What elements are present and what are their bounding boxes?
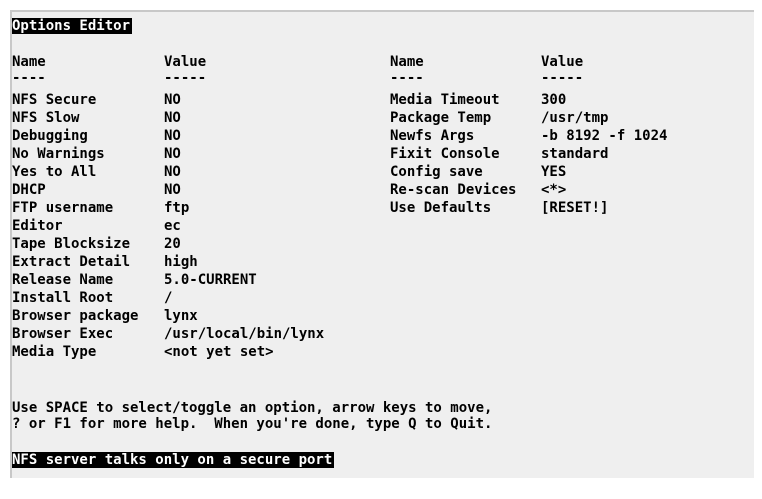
option-name: Extract Detail: [12, 254, 131, 270]
option-value[interactable]: 5.0-CURRENT: [164, 272, 257, 288]
option-value[interactable]: high: [164, 254, 198, 270]
status-bar: NFS server talks only on a secure port: [12, 452, 335, 468]
option-value[interactable]: <not yet set>: [164, 344, 274, 360]
option-name: Newfs Args: [390, 128, 475, 144]
option-value[interactable]: NO: [164, 110, 181, 126]
option-name: Install Root: [12, 290, 114, 306]
option-name: Browser package: [12, 308, 139, 324]
option-name: Release Name: [12, 272, 114, 288]
option-value[interactable]: standard: [541, 146, 608, 162]
option-name: Fixit Console: [390, 146, 500, 162]
option-value[interactable]: /usr/tmp: [541, 110, 608, 126]
option-value[interactable]: 300: [541, 92, 566, 108]
option-name: Tape Blocksize: [12, 236, 131, 252]
left-value-header: Value: [164, 54, 207, 70]
option-name: Debugging: [12, 128, 88, 144]
option-value[interactable]: /: [164, 290, 172, 306]
left-value-rule: -----: [164, 70, 207, 86]
option-name: Media Timeout: [390, 92, 500, 108]
option-name: NFS Slow: [12, 110, 80, 126]
right-value-header: Value: [541, 54, 584, 70]
option-value[interactable]: NO: [164, 146, 181, 162]
option-value[interactable]: -b 8192 -f 1024: [541, 128, 667, 144]
help-line-1: Use SPACE to select/toggle an option, ar…: [12, 400, 493, 416]
option-name: Package Temp: [390, 110, 492, 126]
option-value[interactable]: lynx: [164, 308, 198, 324]
option-value[interactable]: ftp: [164, 200, 189, 216]
window-title: Options Editor: [12, 18, 133, 34]
left-name-header: Name: [12, 54, 46, 70]
option-name: No Warnings: [12, 146, 105, 162]
option-value[interactable]: [RESET!]: [541, 200, 608, 216]
left-name-rule: ----: [12, 70, 46, 86]
option-value[interactable]: <*>: [541, 182, 566, 198]
option-name: NFS Secure: [12, 92, 97, 108]
option-value[interactable]: NO: [164, 128, 181, 144]
help-line-2: ? or F1 for more help. When you're done,…: [12, 416, 493, 432]
option-value[interactable]: YES: [541, 164, 566, 180]
option-name: Browser Exec: [12, 326, 114, 342]
right-value-rule: -----: [541, 70, 584, 86]
option-value[interactable]: 20: [164, 236, 181, 252]
right-name-header: Name: [390, 54, 424, 70]
right-name-rule: ----: [390, 70, 424, 86]
terminal-screen: Options Editor Name Value ---- ----- Nam…: [10, 10, 754, 478]
option-name: Config save: [390, 164, 483, 180]
option-name: Use Defaults: [390, 200, 492, 216]
option-name: DHCP: [12, 182, 46, 198]
option-name: Editor: [12, 218, 63, 234]
option-name: FTP username: [12, 200, 114, 216]
option-value[interactable]: NO: [164, 92, 181, 108]
option-value[interactable]: ec: [164, 218, 181, 234]
option-value[interactable]: /usr/local/bin/lynx: [164, 326, 324, 342]
option-name: Re-scan Devices: [390, 182, 517, 198]
option-name: Media Type: [12, 344, 97, 360]
option-value[interactable]: NO: [164, 182, 181, 198]
option-name: Yes to All: [12, 164, 97, 180]
option-value[interactable]: NO: [164, 164, 181, 180]
